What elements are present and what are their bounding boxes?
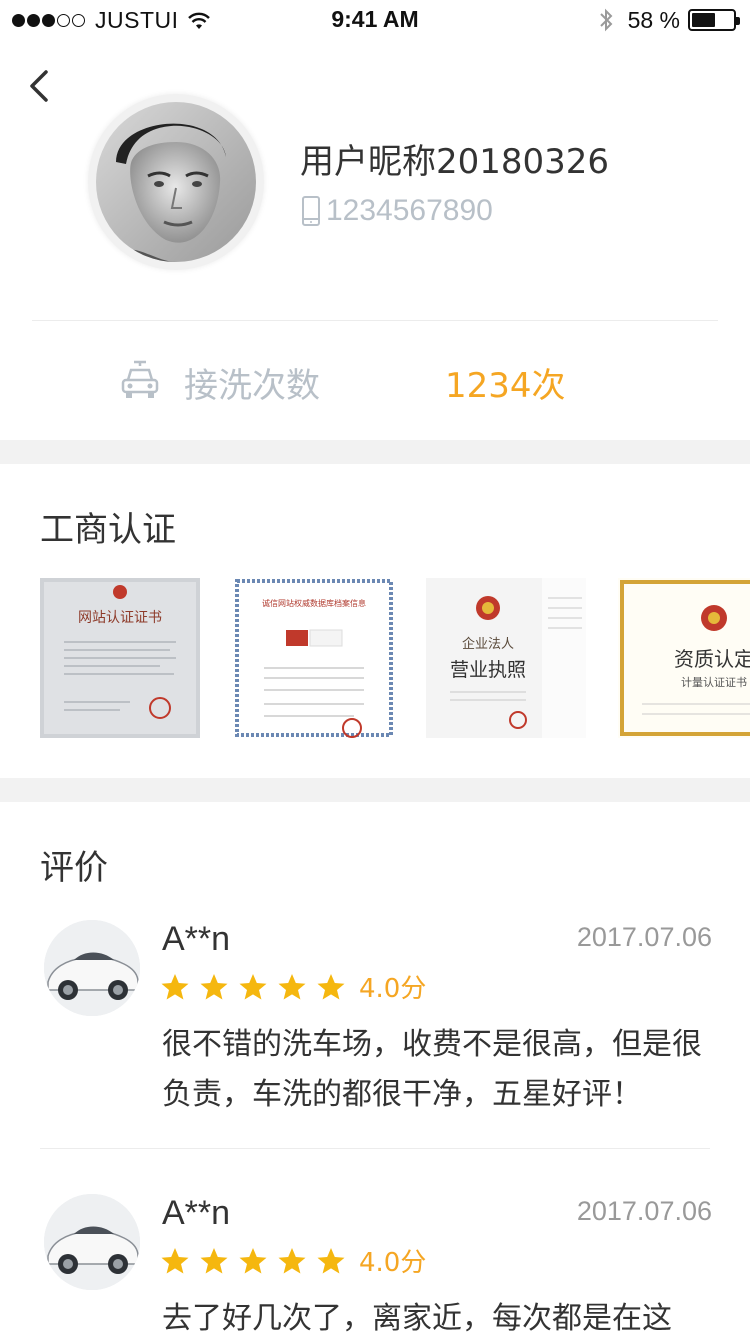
star-icon — [278, 973, 306, 999]
star-icon — [239, 973, 267, 999]
reviewer-name: A**n — [162, 920, 231, 958]
reviewer-avatar — [44, 1194, 140, 1290]
star-icon — [200, 1247, 228, 1273]
reviews-title: 评价 — [40, 848, 108, 888]
phone-icon — [302, 196, 320, 226]
profile-avatar-ring — [88, 94, 264, 270]
wash-count-label: 接洗次数 — [184, 366, 320, 406]
divider — [32, 320, 718, 321]
review-rating: 4.0分 — [160, 1242, 426, 1279]
review-score: 4.0分 — [359, 1248, 427, 1278]
certification-images: 网站认证证书 诚信网站权威数据库档案信息 企业法人 营业执照 资质认定 计量认证… — [40, 578, 750, 738]
avatar-portrait-image — [96, 102, 256, 262]
certificate-subtitle: 计量认证证书 — [681, 676, 747, 689]
star-icon — [278, 1247, 306, 1273]
certificate-title: 网站认证证书 — [78, 610, 162, 626]
certificate-title: 企业法人 — [462, 636, 514, 652]
review-text: 去了好几次了，离家近，每次都是在这 — [162, 1301, 672, 1334]
review-date: 2017.07.06 — [576, 1196, 712, 1226]
star-icon — [200, 973, 228, 999]
wash-count-row: 接洗次数 1234次 — [0, 340, 750, 424]
bluetooth-icon — [599, 8, 612, 32]
star-icon — [317, 973, 345, 999]
certification-title: 工商认证 — [40, 510, 176, 550]
star-icon — [161, 973, 189, 999]
wash-count-value: 1234次 — [445, 366, 566, 406]
section-gap — [0, 440, 750, 464]
star-icon — [317, 1247, 345, 1273]
car-icon — [121, 360, 159, 398]
battery-icon — [688, 9, 740, 31]
battery-fill — [692, 13, 716, 27]
certificate-image-business-license[interactable]: 企业法人 营业执照 — [426, 578, 586, 738]
phone-number: 1234567890 — [326, 194, 493, 227]
car-photo-image — [44, 1194, 140, 1290]
certificate-subtitle: 营业执照 — [450, 659, 526, 681]
reviewer-name: A**n — [162, 1194, 231, 1232]
certificate-image-qualification[interactable]: 资质认定 计量认证证书 — [618, 578, 750, 738]
section-gap — [0, 778, 750, 802]
phone-row: 1234567890 — [300, 194, 493, 228]
review-text: 很不错的洗车场，收费不是很高，但是很负责，车洗的都很干净，五星好评！ — [162, 1027, 702, 1112]
review-score: 4.0分 — [359, 974, 427, 1004]
certificate-image-credit[interactable]: 诚信网站权威数据库档案信息 — [234, 578, 394, 738]
back-button[interactable] — [24, 64, 60, 108]
user-nickname: 用户昵称20180326 — [300, 142, 610, 182]
star-icon — [239, 1247, 267, 1273]
certificate-image-website[interactable]: 网站认证证书 — [40, 578, 200, 738]
status-bar: JUSTUI 9:41 AM 58 % — [0, 0, 750, 40]
battery-percent: 58 % — [627, 6, 680, 33]
car-photo-image — [44, 920, 140, 1016]
certificate-title: 资质认定 — [674, 647, 750, 671]
reviewer-avatar — [44, 920, 140, 1016]
divider — [40, 1148, 710, 1149]
star-icon — [161, 1247, 189, 1273]
review-date: 2017.07.06 — [576, 922, 712, 952]
status-right: 58 % — [598, 6, 740, 34]
review-rating: 4.0分 — [160, 968, 426, 1005]
profile-avatar[interactable] — [96, 102, 256, 262]
certificate-title: 诚信网站权威数据库档案信息 — [262, 598, 366, 608]
